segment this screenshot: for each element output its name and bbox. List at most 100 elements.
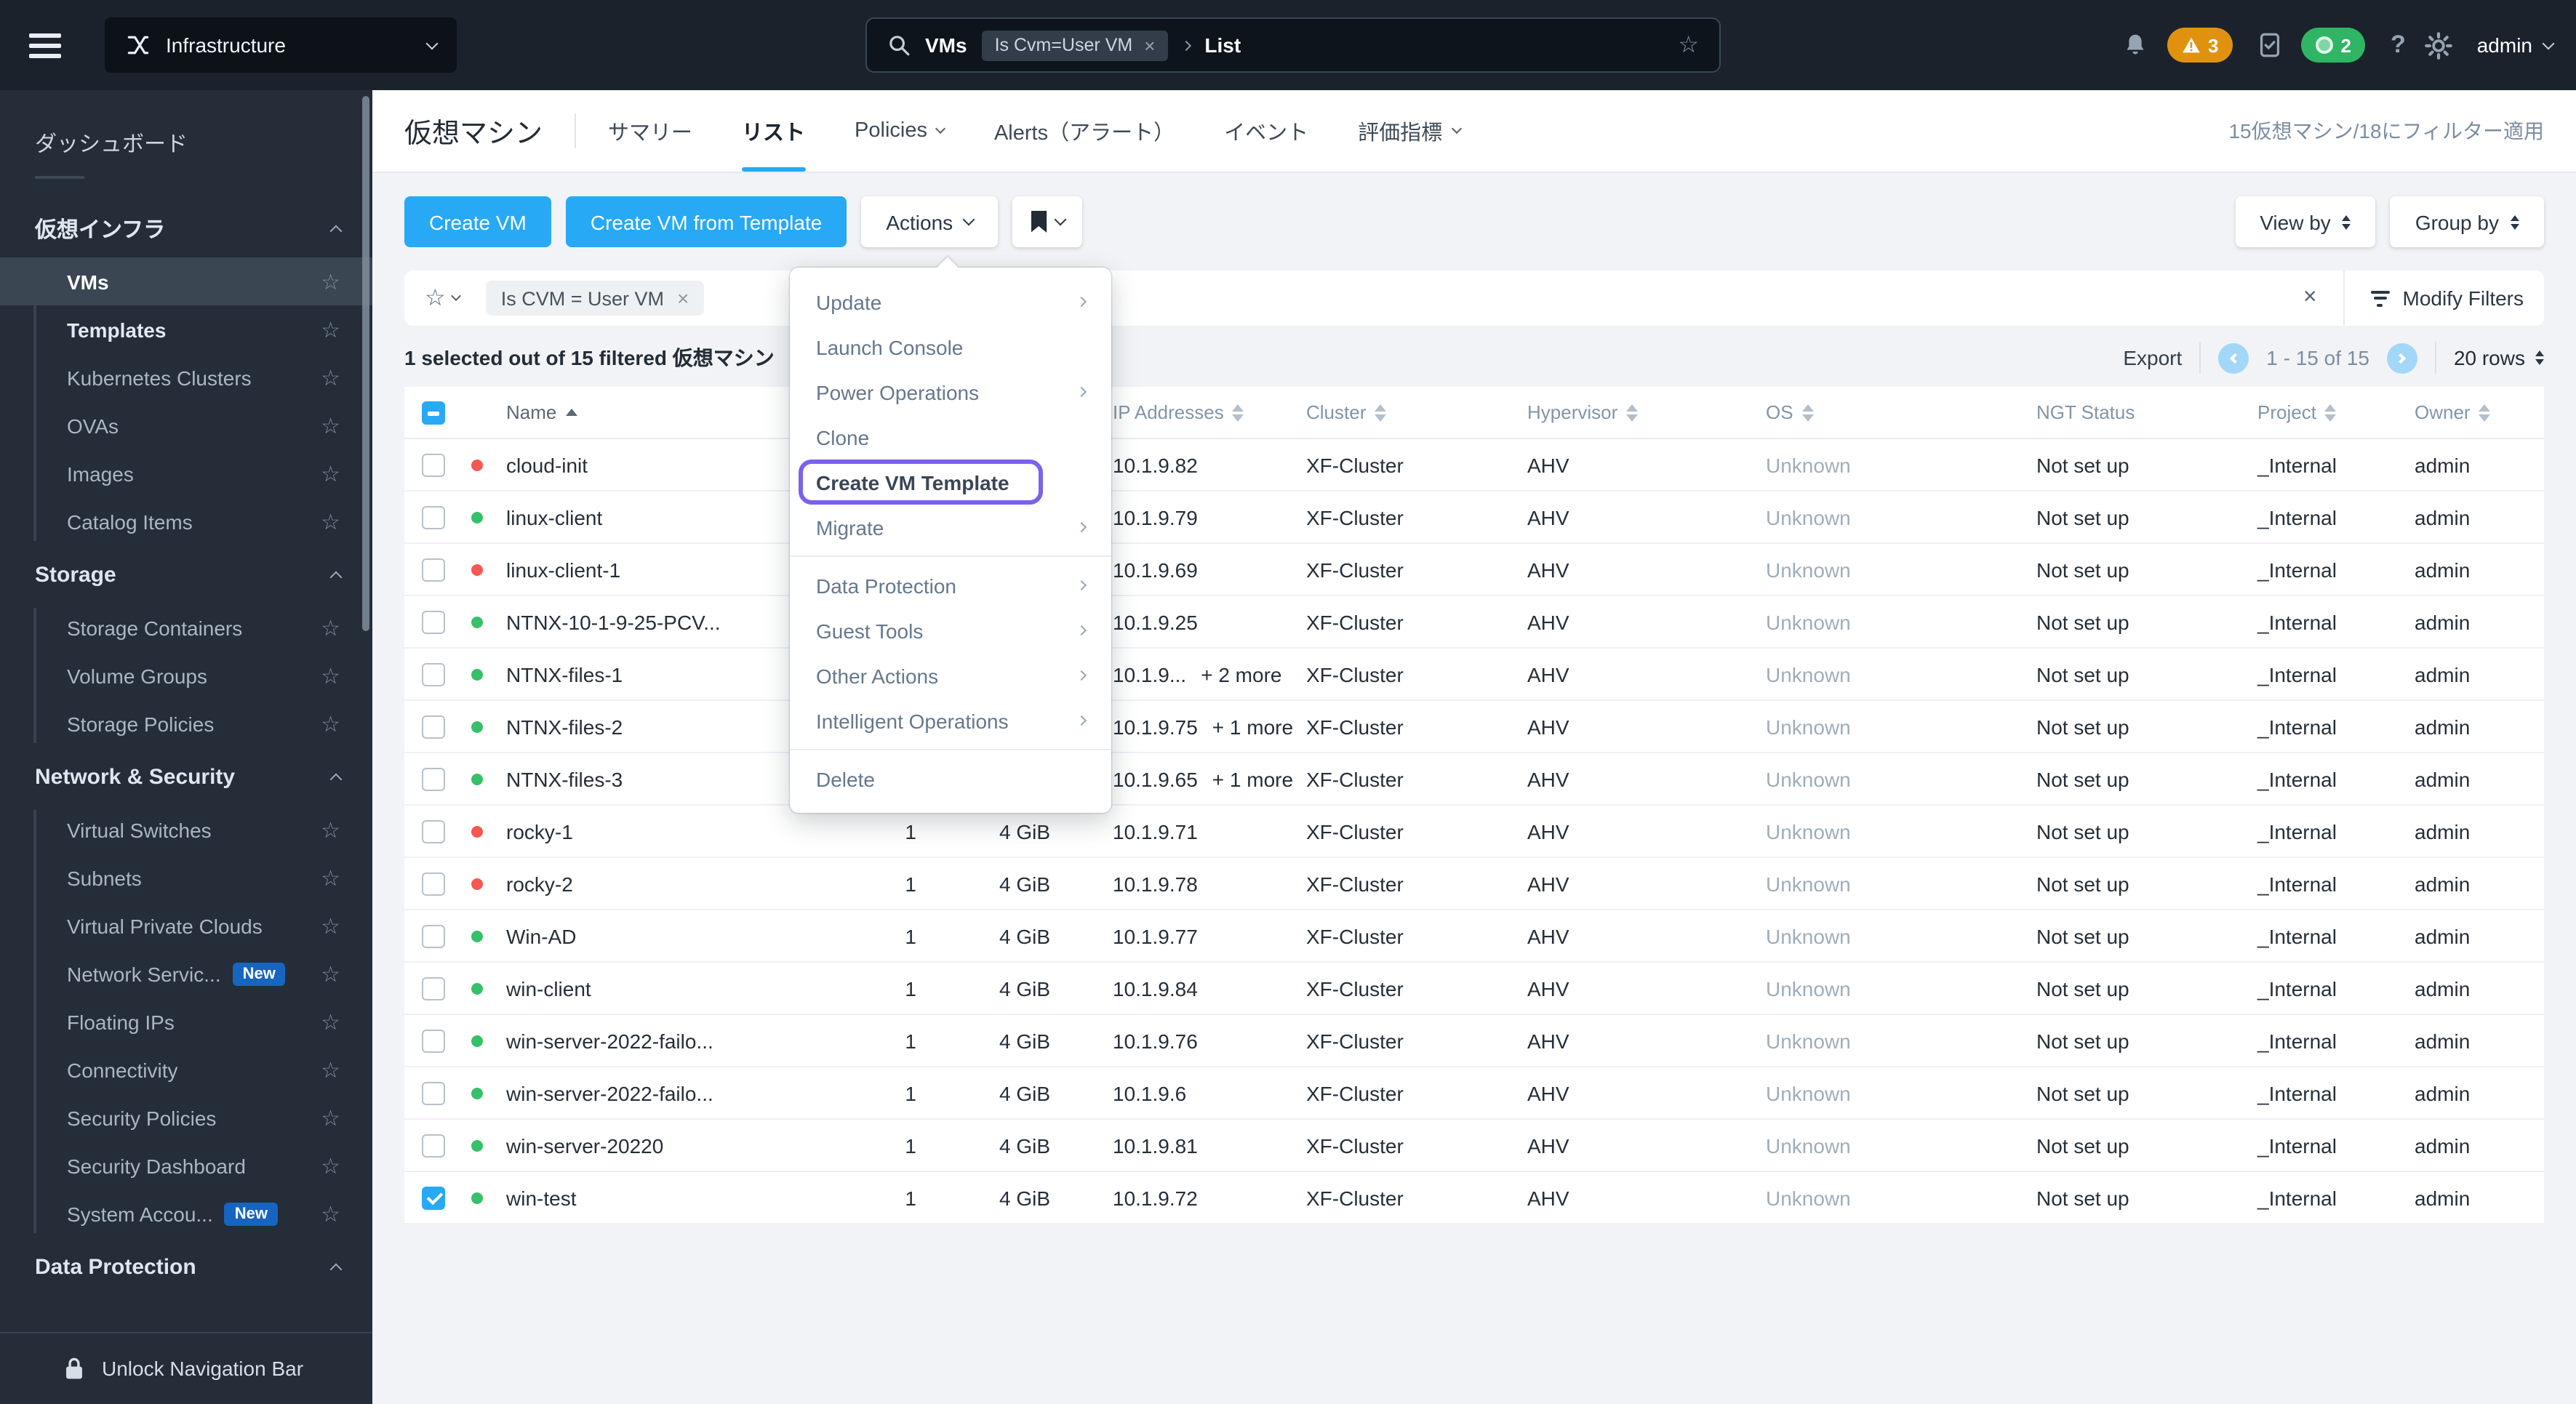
row-checkbox[interactable] [422, 505, 445, 529]
sidebar-scrollbar[interactable] [362, 96, 369, 631]
favorite-star-icon[interactable] [321, 1008, 340, 1035]
sidebar-section-network-security[interactable]: Network & Security [0, 747, 372, 806]
table-row-rocky-2[interactable]: rocky-2 1 4 GiB 10.1.9.78 XF-Cluster AHV Unkno… [404, 858, 2544, 910]
favorite-star-icon[interactable] [321, 1056, 340, 1083]
alerts-badge[interactable]: 3 [2167, 28, 2233, 63]
row-checkbox[interactable] [422, 662, 445, 686]
tab-policies[interactable]: Policies [855, 90, 947, 172]
table-row-win-server-20220[interactable]: win-server-20220 1 4 GiB 10.1.9.81 XF-Cluste… [404, 1120, 2544, 1172]
favorite-star-icon[interactable] [1678, 31, 1699, 60]
filter-applied-summary[interactable]: 15仮想マシン/18にフィルター適用 [2228, 116, 2544, 145]
sidebar-item-virtual-private-clouds[interactable]: Virtual Private Clouds [0, 902, 372, 950]
sidebar-section-storage[interactable]: Storage [0, 545, 372, 603]
row-checkbox[interactable] [422, 1081, 445, 1104]
row-checkbox[interactable] [422, 924, 445, 947]
table-row-linux-client-1[interactable]: linux-client-114 GiB10.1.9.69XF-ClusterA… [404, 544, 2544, 596]
export-button[interactable]: Export [2123, 346, 2182, 369]
modify-filters-button[interactable]: Modify Filters [2345, 286, 2524, 310]
unlock-navigation-bar[interactable]: Unlock Navigation Bar [0, 1331, 372, 1404]
row-checkbox[interactable] [422, 453, 445, 476]
column-header-owner[interactable]: Owner [2415, 401, 2544, 423]
menu-item-clone[interactable]: Clone [790, 414, 1111, 460]
sidebar-section-item[interactable]: 仮想インフラ [0, 199, 372, 257]
user-menu[interactable]: admin [2477, 33, 2555, 57]
table-row-win-ad[interactable]: Win-AD 1 4 GiB 10.1.9.77 XF-Cluster AHV Unknow… [404, 910, 2544, 963]
table-row-win-test[interactable]: win-test 1 4 GiB 10.1.9.72 XF-Cluster AHV Unkn… [404, 1172, 2544, 1224]
close-icon[interactable] [1144, 34, 1155, 56]
group-by-button[interactable]: Group by [2390, 196, 2544, 247]
favorite-star-icon[interactable] [321, 614, 340, 641]
menu-item-guest-tools[interactable]: Guest Tools [790, 608, 1111, 653]
menu-item-power-operations[interactable]: Power Operations [790, 369, 1111, 414]
favorite-star-icon[interactable] [321, 817, 340, 843]
sidebar-item-subnets[interactable]: Subnets [0, 854, 372, 902]
sidebar-item-storage-containers[interactable]: Storage Containers [0, 603, 372, 651]
favorite-star-icon[interactable] [321, 508, 340, 534]
create-vm-from-template-button[interactable]: Create VM from Template [565, 196, 847, 247]
table-row-cloud-init[interactable]: cloud-init14 GiB10.1.9.82XF-ClusterAHVUn… [404, 439, 2544, 492]
sidebar-item-vms[interactable]: VMs [0, 257, 372, 305]
next-page-button[interactable] [2386, 342, 2417, 373]
favorite-star-icon[interactable] [321, 1152, 340, 1179]
previous-page-button[interactable] [2218, 342, 2249, 373]
sidebar-item-kubernetes-clusters[interactable]: Kubernetes Clusters [0, 353, 372, 401]
favorite-star-icon[interactable] [321, 1104, 340, 1131]
menu-item-create-vm-template[interactable]: Create VM Template [790, 460, 1111, 505]
sidebar-item-catalog-items[interactable]: Catalog Items [0, 497, 372, 545]
favorite-star-icon[interactable] [321, 412, 340, 438]
tasks-icon[interactable] [2257, 32, 2282, 58]
sidebar-item-ovas[interactable]: OVAs [0, 401, 372, 449]
favorite-star-icon[interactable] [321, 316, 340, 342]
menu-item-intelligent-operations[interactable]: Intelligent Operations [790, 698, 1111, 743]
row-checkbox[interactable] [422, 610, 445, 633]
table-row-ntnx-files-2[interactable]: NTNX-files-214 GiB10.1.9.75+ 1 moreXF-Cl… [404, 701, 2544, 753]
tab-item[interactable]: 評価指標 [1358, 90, 1462, 172]
tab-alerts[interactable]: Alerts（アラート） [994, 90, 1175, 172]
sidebar-item-network-servic[interactable]: Network Servic... New [0, 950, 372, 998]
row-checkbox[interactable] [422, 1029, 445, 1052]
row-checkbox[interactable] [422, 715, 445, 738]
global-search[interactable]: VMs Is Cvm=User VM List [865, 17, 1721, 73]
row-checkbox[interactable] [422, 767, 445, 790]
column-header-os[interactable]: OS [1766, 401, 2036, 423]
tab-item[interactable]: サマリー [608, 90, 692, 172]
favorite-star-icon[interactable] [321, 460, 340, 486]
column-header-ngt-status[interactable]: NGT Status [2036, 401, 2257, 423]
row-checkbox[interactable] [422, 558, 445, 581]
close-icon[interactable] [677, 286, 689, 310]
favorite-star-icon[interactable] [321, 960, 340, 987]
table-row-rocky-1[interactable]: rocky-1 1 4 GiB 10.1.9.71 XF-Cluster AHV Unkno… [404, 806, 2544, 858]
vm-ip-more[interactable]: + 1 more [1212, 767, 1293, 790]
hamburger-menu-icon[interactable] [29, 33, 64, 57]
favorite-star-icon[interactable] [321, 1200, 340, 1227]
app-selector[interactable]: Infrastructure [105, 17, 457, 73]
view-by-button[interactable]: View by [2235, 196, 2376, 247]
table-row-win-server-2022-failo[interactable]: win-server-2022-failo... 1 4 GiB 10.1.9.76 X… [404, 1015, 2544, 1067]
search-filter-chip[interactable]: Is Cvm=User VM [981, 30, 1169, 60]
table-row-ntnx-files-3[interactable]: NTNX-files-314 GiB10.1.9.65+ 1 moreXF-Cl… [404, 753, 2544, 806]
menu-item-other-actions[interactable]: Other Actions [790, 653, 1111, 698]
sidebar-item-system-accou[interactable]: System Accou... New [0, 1190, 372, 1237]
row-checkbox[interactable] [422, 1186, 445, 1209]
help-icon[interactable] [2391, 31, 2406, 60]
table-row-ntnx-files-1[interactable]: NTNX-files-114 GiB10.1.9...+ 2 moreXF-Cl… [404, 649, 2544, 701]
menu-item-data-protection[interactable]: Data Protection [790, 563, 1111, 608]
column-header-project[interactable]: Project [2257, 401, 2415, 423]
column-header-hypervisor[interactable]: Hypervisor [1527, 401, 1766, 423]
vm-ip-more[interactable]: + 2 more [1201, 662, 1281, 686]
select-all-checkbox[interactable] [422, 401, 445, 424]
vm-ip-more[interactable]: + 1 more [1212, 715, 1293, 738]
favorite-star-icon[interactable] [321, 268, 340, 294]
sidebar-item-security-dashboard[interactable]: Security Dashboard [0, 1142, 372, 1190]
actions-button[interactable]: Actions [861, 196, 999, 247]
row-checkbox[interactable] [422, 819, 445, 843]
favorite-star-icon[interactable] [321, 364, 340, 390]
sidebar-item-connectivity[interactable]: Connectivity [0, 1046, 372, 1094]
rows-per-page-select[interactable]: 20 rows [2454, 346, 2544, 369]
menu-item-launch-console[interactable]: Launch Console [790, 324, 1111, 369]
table-row-linux-client[interactable]: linux-client14 GiB10.1.9.79XF-ClusterAHV… [404, 492, 2544, 544]
menu-item-migrate[interactable]: Migrate [790, 505, 1111, 550]
filter-chip[interactable]: Is CVM = User VM [486, 281, 704, 316]
sidebar-item-templates[interactable]: Templates [0, 305, 372, 353]
create-vm-button[interactable]: Create VM [404, 196, 551, 247]
